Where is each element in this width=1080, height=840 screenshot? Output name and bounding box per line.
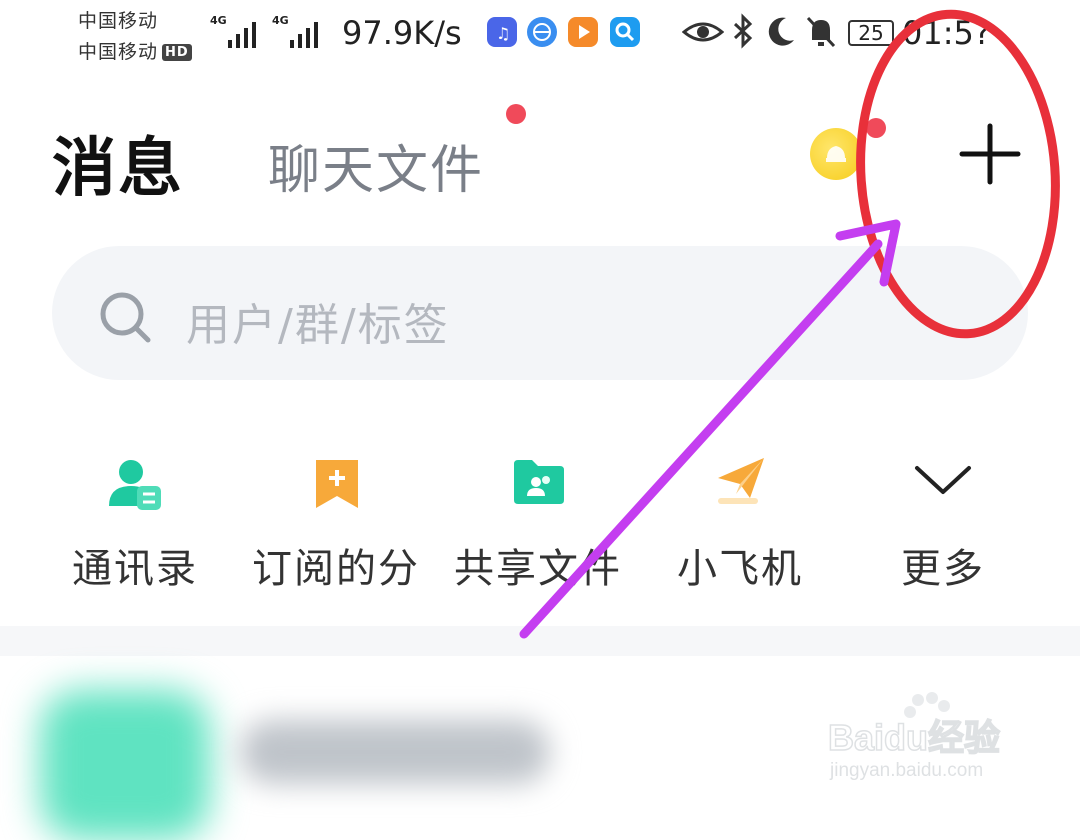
annotation-arrow-shaft [519, 239, 883, 639]
annotation-overlay [519, 9, 1060, 639]
highlight-ellipse [856, 9, 1060, 339]
